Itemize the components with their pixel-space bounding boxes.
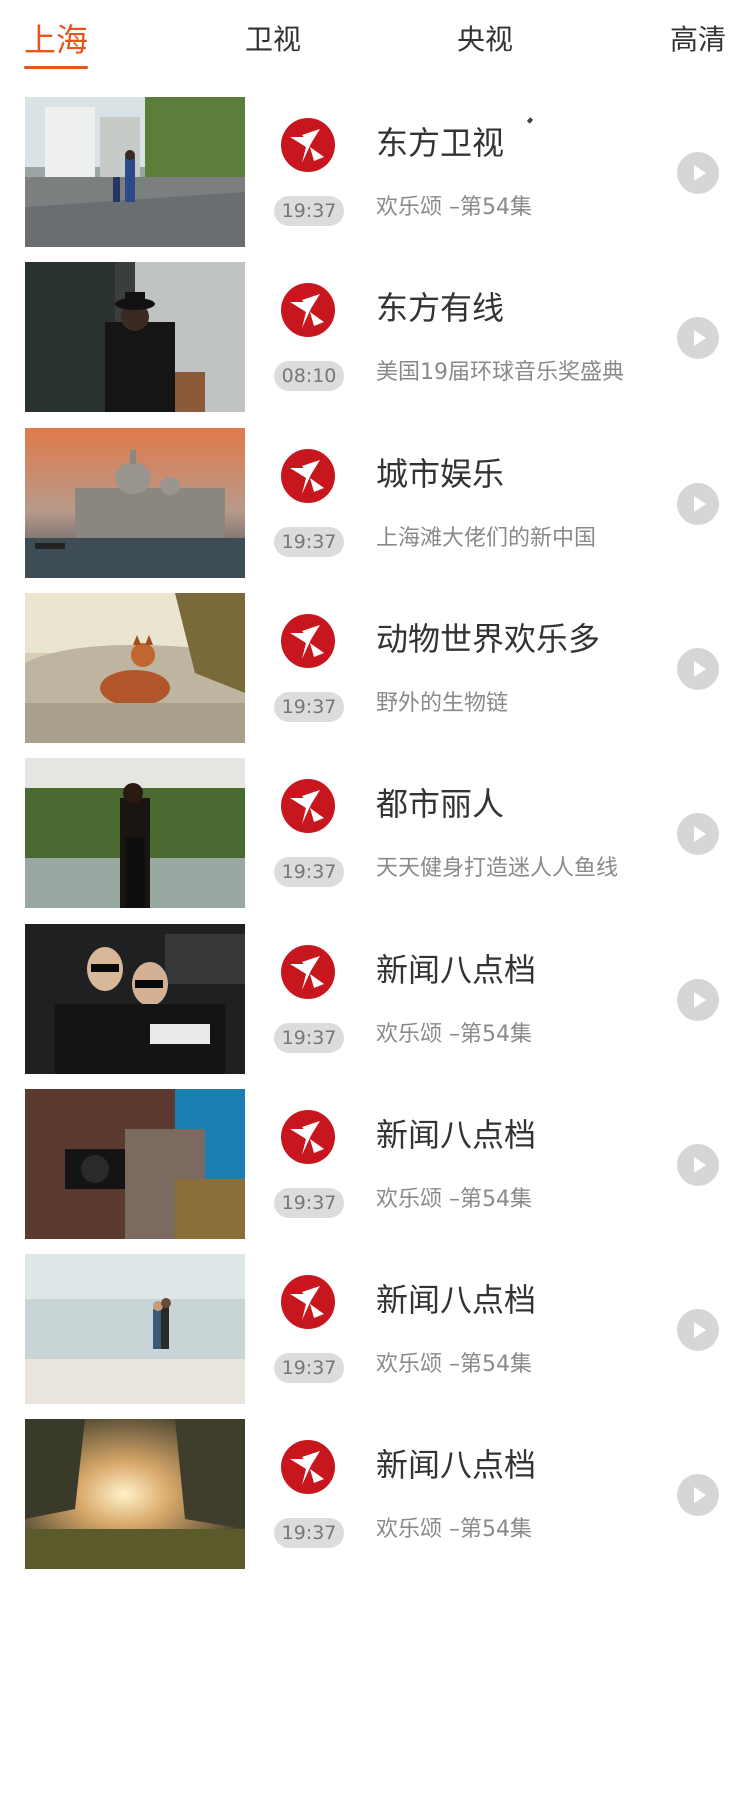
program-time: 19:37 bbox=[274, 1022, 344, 1053]
channel-title: 动物世界欢乐多 bbox=[376, 619, 601, 658]
program-subtitle: 欢乐颂 –第54集 bbox=[376, 1517, 532, 1543]
program-subtitle: 欢乐颂 –第54集 bbox=[376, 1352, 532, 1378]
list-item[interactable]: 19:37 新闻八点档 欢乐颂 –第54集 bbox=[0, 1419, 750, 1570]
program-thumbnail[interactable] bbox=[25, 1088, 245, 1239]
channel-title: 新闻八点档 bbox=[376, 1281, 537, 1320]
play-icon[interactable] bbox=[677, 1309, 719, 1352]
play-icon[interactable] bbox=[677, 1143, 719, 1186]
program-subtitle: 天天健身打造迷人人鱼线 bbox=[376, 856, 619, 882]
tab-cctv[interactable]: 央视 bbox=[457, 18, 513, 68]
program-subtitle: 野外的生物链 bbox=[376, 690, 509, 716]
channel-logo-icon bbox=[280, 117, 336, 173]
play-icon[interactable] bbox=[677, 813, 719, 856]
list-item[interactable]: 08:10 东方有线 美国19届环球音乐奖盛典 bbox=[0, 262, 750, 413]
channel-logo-icon bbox=[280, 1109, 336, 1165]
program-time: 19:37 bbox=[274, 857, 344, 888]
channel-title: 都市丽人 bbox=[376, 785, 505, 824]
channel-tab-bar: 上海 卫视 央视 高清 bbox=[0, 0, 750, 88]
channel-logo-icon bbox=[280, 613, 336, 669]
channel-title: 新闻八点档 bbox=[376, 1446, 537, 1485]
list-item[interactable]: 19:37 城市娱乐 上海滩大佬们的新中国 bbox=[0, 427, 750, 578]
program-thumbnail[interactable] bbox=[25, 427, 245, 578]
channel-logo-icon bbox=[280, 1274, 336, 1330]
list-item[interactable]: 19:37 新闻八点档 欢乐颂 –第54集 bbox=[0, 1254, 750, 1405]
program-thumbnail[interactable] bbox=[25, 592, 245, 743]
program-time: 19:37 bbox=[274, 1187, 344, 1218]
tab-shanghai[interactable]: 上海 bbox=[24, 18, 88, 68]
channel-logo-icon bbox=[280, 448, 336, 504]
channel-logo-icon bbox=[280, 1439, 336, 1495]
program-thumbnail[interactable] bbox=[25, 97, 245, 247]
program-time: 19:37 bbox=[274, 1518, 344, 1549]
channel-logo-icon bbox=[280, 944, 336, 1000]
play-icon[interactable] bbox=[677, 152, 719, 194]
channel-title: 城市娱乐 bbox=[376, 454, 505, 493]
program-subtitle: 欢乐颂 –第54集 bbox=[376, 1021, 532, 1047]
channel-title: 新闻八点档 bbox=[376, 1115, 537, 1154]
list-item[interactable]: 19:37 东方卫视 欢乐颂 –第54集 bbox=[0, 97, 750, 247]
list-item[interactable]: 19:37 都市丽人 天天健身打造迷人人鱼线 bbox=[0, 758, 750, 909]
program-thumbnail[interactable] bbox=[25, 262, 245, 413]
program-subtitle: 欢乐颂 –第54集 bbox=[376, 195, 532, 220]
list-item[interactable]: 19:37 新闻八点档 欢乐颂 –第54集 bbox=[0, 923, 750, 1074]
play-icon[interactable] bbox=[677, 482, 719, 525]
program-time: 19:37 bbox=[274, 1353, 344, 1384]
play-icon[interactable] bbox=[677, 317, 719, 360]
program-subtitle: 欢乐颂 –第54集 bbox=[376, 1186, 532, 1212]
program-thumbnail[interactable] bbox=[25, 923, 245, 1074]
play-icon[interactable] bbox=[677, 1474, 719, 1517]
program-thumbnail[interactable] bbox=[25, 1419, 245, 1570]
list-item[interactable]: 19:37 新闻八点档 欢乐颂 –第54集 bbox=[0, 1088, 750, 1239]
program-time: 19:37 bbox=[274, 526, 344, 557]
channel-title: 东方卫视 bbox=[376, 124, 505, 162]
channel-logo-icon bbox=[280, 282, 336, 338]
program-time: 19:37 bbox=[274, 196, 344, 226]
channel-title: 新闻八点档 bbox=[376, 950, 537, 989]
program-subtitle: 美国19届环球音乐奖盛典 bbox=[376, 360, 624, 386]
channel-logo-icon bbox=[280, 778, 336, 834]
list-item[interactable]: 19:37 动物世界欢乐多 野外的生物链 bbox=[0, 592, 750, 743]
program-thumbnail[interactable] bbox=[25, 1254, 245, 1405]
play-icon[interactable] bbox=[677, 647, 719, 690]
play-icon[interactable] bbox=[677, 978, 719, 1021]
program-thumbnail[interactable] bbox=[25, 758, 245, 909]
tab-satellite[interactable]: 卫视 bbox=[245, 18, 301, 68]
tab-hd[interactable]: 高清 bbox=[670, 18, 726, 68]
program-time: 19:37 bbox=[274, 691, 344, 722]
program-time: 08:10 bbox=[274, 361, 344, 392]
active-tab-indicator bbox=[24, 66, 88, 69]
channel-title: 东方有线 bbox=[376, 289, 505, 328]
program-subtitle: 上海滩大佬们的新中国 bbox=[376, 525, 597, 551]
